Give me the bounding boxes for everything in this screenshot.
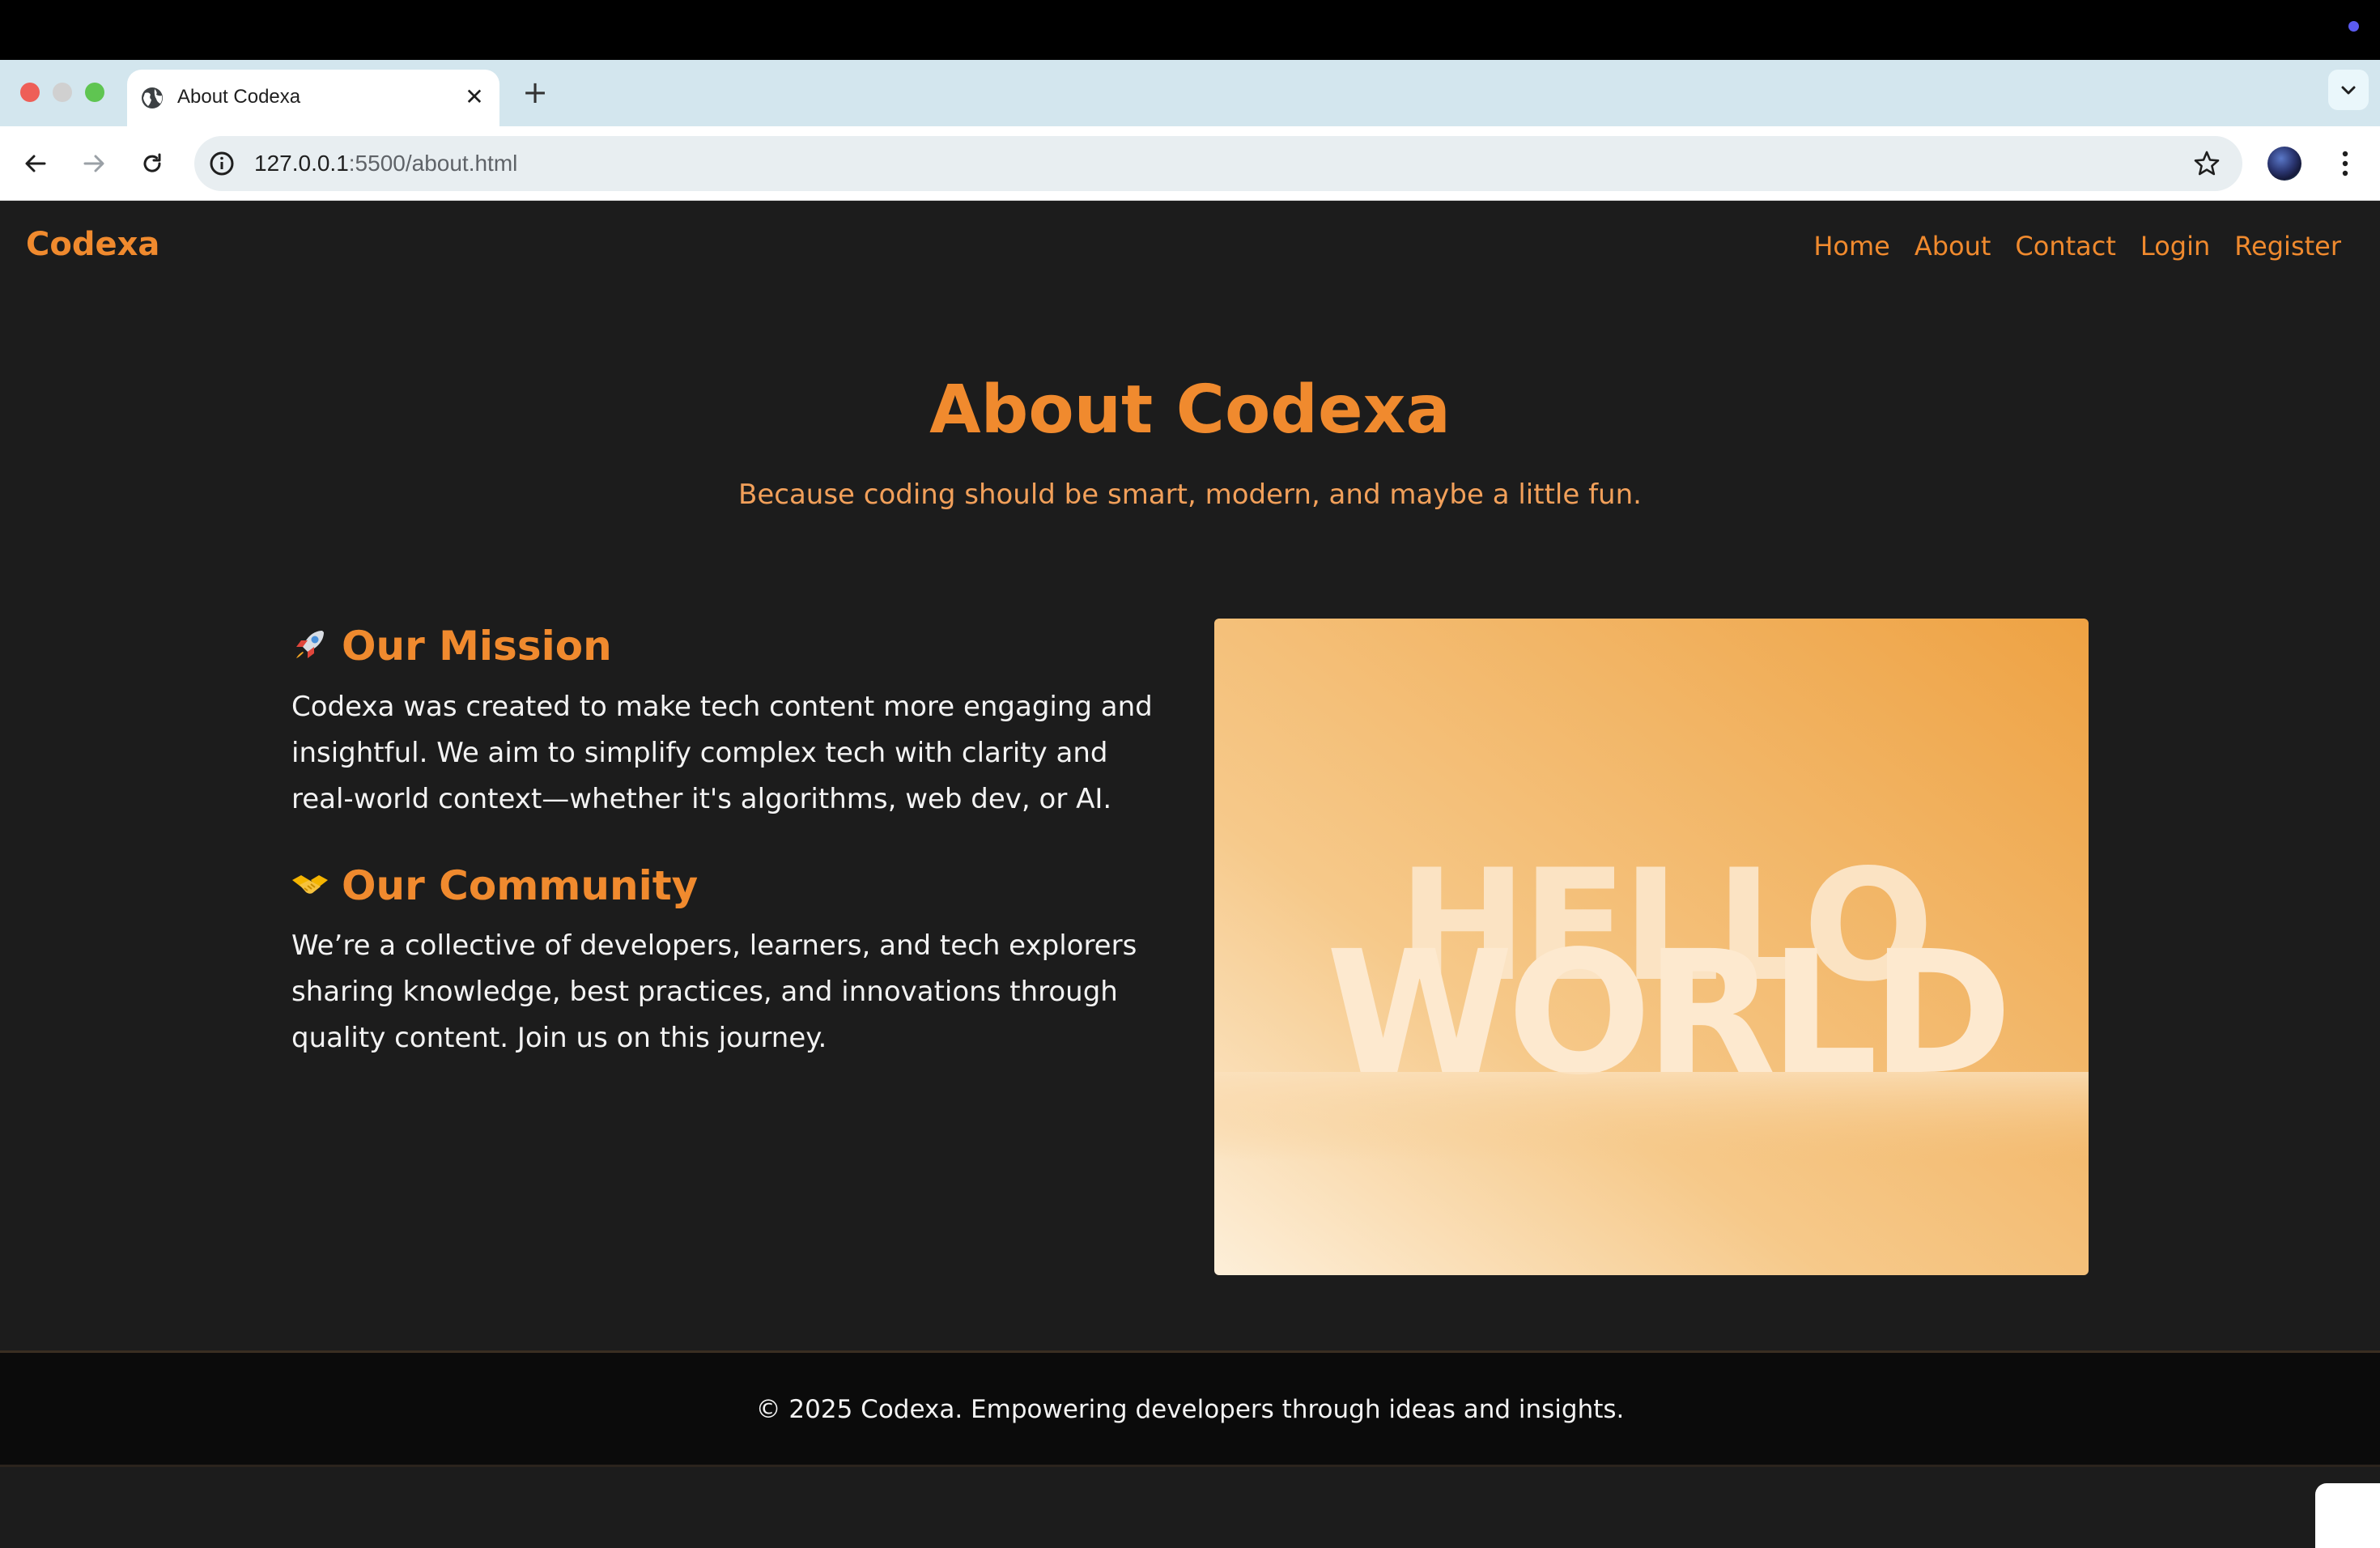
url-path: :5500/about.html bbox=[348, 151, 518, 176]
url-host: 127.0.0.1 bbox=[254, 151, 349, 176]
tab-search-button[interactable] bbox=[2328, 70, 2369, 110]
nav-link-register[interactable]: Register bbox=[2234, 231, 2341, 262]
site-info-icon[interactable] bbox=[206, 147, 238, 180]
site-navbar: Codexa Home About Contact Login Register bbox=[0, 202, 2380, 291]
nav-link-about[interactable]: About bbox=[1915, 231, 1991, 262]
address-bar[interactable]: 127.0.0.1:5500/about.html bbox=[194, 136, 2242, 191]
community-body: We’re a collective of developers, learne… bbox=[291, 929, 1137, 1054]
back-button[interactable] bbox=[18, 146, 53, 181]
os-menubar bbox=[0, 0, 2380, 60]
window-minimize-button[interactable] bbox=[53, 83, 72, 102]
new-tab-button[interactable]: + bbox=[518, 76, 552, 110]
community-heading-text: Our Community bbox=[342, 862, 699, 909]
mission-body: Codexa was created to make tech content … bbox=[291, 691, 1153, 815]
browser-toolbar: 127.0.0.1:5500/about.html bbox=[0, 126, 2380, 201]
web-page: Codexa Home About Contact Login Register… bbox=[0, 202, 2380, 1548]
bookmark-star-icon[interactable] bbox=[2192, 149, 2221, 178]
community-heading: Our Community bbox=[290, 862, 698, 909]
chevron-down-icon bbox=[2341, 86, 2356, 95]
nav-link-login[interactable]: Login bbox=[2140, 231, 2210, 262]
profile-avatar[interactable] bbox=[2267, 147, 2301, 181]
tab-title: About Codexa bbox=[177, 86, 301, 108]
page-subtitle: Because coding should be smart, modern, … bbox=[738, 478, 1642, 511]
back-arrow-icon bbox=[25, 155, 46, 172]
page-title: About Codexa bbox=[929, 372, 1451, 449]
site-footer: © 2025 Codexa. Empowering developers thr… bbox=[0, 1350, 2380, 1467]
footer-text: © 2025 Codexa. Empowering developers thr… bbox=[755, 1395, 1625, 1424]
forward-button[interactable] bbox=[76, 146, 112, 181]
browser-tab-active[interactable]: About Codexa ✕ bbox=[127, 70, 499, 126]
url-text[interactable]: 127.0.0.1:5500/about.html bbox=[254, 151, 517, 176]
tab-close-icon[interactable]: ✕ bbox=[461, 83, 488, 111]
nav-links: Home About Contact Login Register bbox=[1813, 231, 2341, 262]
window-zoom-button[interactable] bbox=[85, 83, 104, 102]
site-logo[interactable]: Codexa bbox=[26, 226, 159, 263]
more-menu-icon[interactable] bbox=[2331, 146, 2359, 181]
browser-tabstrip: About Codexa ✕ + bbox=[0, 60, 2380, 126]
handshake-icon bbox=[292, 875, 328, 894]
nav-link-contact[interactable]: Contact bbox=[2015, 231, 2116, 262]
reload-button[interactable] bbox=[134, 146, 170, 181]
mission-heading-text: Our Mission bbox=[342, 623, 612, 670]
status-dot-icon bbox=[2348, 21, 2359, 32]
mission-heading: Our Mission bbox=[290, 623, 612, 670]
rocket-icon bbox=[296, 631, 324, 658]
forward-arrow-icon bbox=[83, 155, 104, 172]
nav-link-home[interactable]: Home bbox=[1813, 231, 1890, 262]
reload-icon bbox=[143, 153, 161, 172]
window-close-button[interactable] bbox=[20, 83, 40, 102]
globe-icon bbox=[142, 87, 163, 108]
corner-widget[interactable] bbox=[2315, 1483, 2380, 1548]
hello-world-image: HELLO WORLD bbox=[1214, 619, 2089, 1275]
